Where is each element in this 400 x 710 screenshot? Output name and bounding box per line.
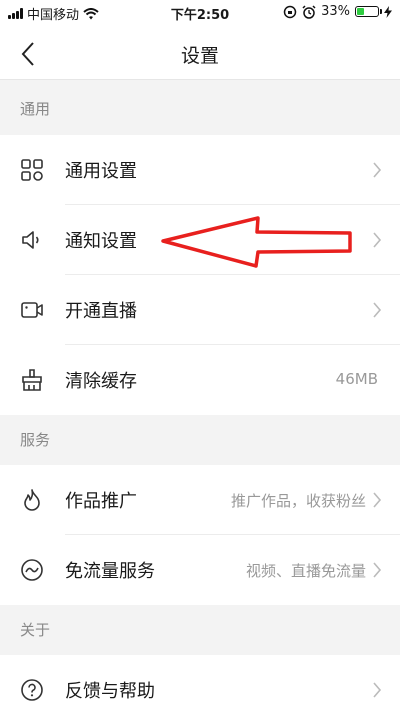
rotation-lock-icon bbox=[283, 5, 297, 18]
battery-icon bbox=[355, 6, 382, 17]
wave-icon bbox=[21, 559, 43, 581]
chevron-right-icon bbox=[373, 492, 382, 508]
settings-row-feedback[interactable]: 反馈与帮助 bbox=[0, 655, 400, 710]
help-circle-icon bbox=[21, 679, 43, 701]
chevron-right-icon bbox=[373, 232, 382, 248]
alarm-icon bbox=[302, 4, 316, 19]
grid-icon bbox=[21, 159, 43, 181]
row-label: 反馈与帮助 bbox=[65, 681, 155, 702]
section-header-about: 关于 bbox=[0, 605, 400, 655]
settings-row-live[interactable]: 开通直播 bbox=[0, 275, 400, 345]
settings-row-general[interactable]: 通用设置 bbox=[0, 135, 400, 205]
settings-row-clear-cache[interactable]: 清除缓存 46MB bbox=[0, 345, 400, 415]
speaker-icon bbox=[22, 231, 39, 249]
cache-size-value: 46MB bbox=[335, 370, 378, 388]
nav-bar: 设置 bbox=[0, 28, 400, 80]
battery-level bbox=[357, 8, 364, 15]
row-label: 清除缓存 bbox=[65, 371, 137, 392]
status-bar: 中国移动 下午2:50 33% bbox=[0, 0, 400, 28]
row-label: 免流量服务 bbox=[65, 561, 155, 582]
charging-icon bbox=[384, 5, 392, 18]
chevron-right-icon bbox=[373, 562, 382, 578]
row-value: 推广作品，收获粉丝 bbox=[230, 492, 366, 510]
chevron-right-icon bbox=[373, 302, 382, 318]
section-header-general: 通用 bbox=[0, 81, 400, 135]
page-title: 设置 bbox=[180, 45, 219, 67]
video-camera-icon bbox=[21, 302, 43, 318]
chevron-right-icon bbox=[373, 682, 382, 698]
flame-icon bbox=[24, 489, 40, 511]
chevron-right-icon bbox=[373, 162, 382, 178]
status-right: 33% bbox=[283, 4, 392, 19]
row-label: 作品推广 bbox=[65, 491, 137, 512]
row-value: 视频、直播免流量 bbox=[245, 562, 366, 580]
row-label: 开通直播 bbox=[65, 301, 137, 322]
settings-row-promotion[interactable]: 作品推广 推广作品，收获粉丝 bbox=[0, 465, 400, 535]
settings-row-free-data[interactable]: 免流量服务 视频、直播免流量 bbox=[0, 535, 400, 605]
row-label: 通知设置 bbox=[65, 231, 137, 252]
battery-percent: 33% bbox=[321, 4, 350, 19]
row-label: 通用设置 bbox=[65, 161, 137, 182]
section-header-services: 服务 bbox=[0, 415, 400, 465]
settings-row-notification[interactable]: 通知设置 bbox=[0, 205, 400, 275]
broom-icon bbox=[22, 369, 42, 391]
